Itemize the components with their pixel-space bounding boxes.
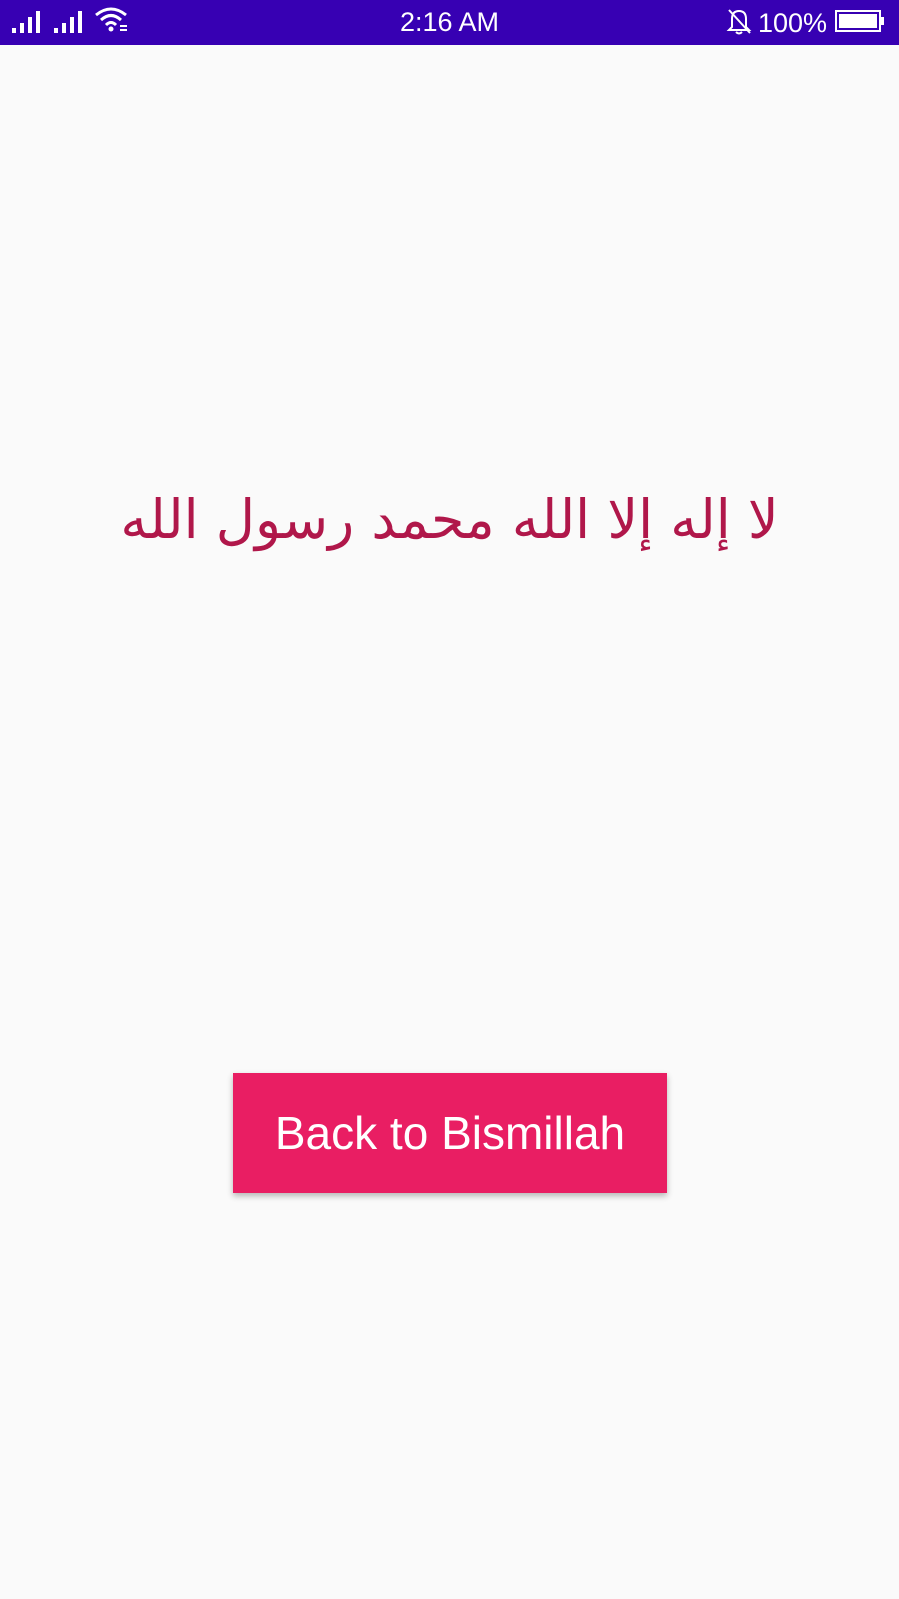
shahada-text: لا إله إلا الله محمد رسول الله bbox=[120, 488, 779, 551]
status-right-icons: 100% bbox=[726, 7, 885, 39]
status-bar: 2:16 AM 100% bbox=[0, 0, 899, 45]
back-to-bismillah-button[interactable]: Back to Bismillah bbox=[233, 1073, 667, 1193]
app-screen: 2:16 AM 100% لا إله إلا الله محمد رسول ا… bbox=[0, 0, 899, 1599]
battery-percent: 100% bbox=[757, 7, 827, 38]
bell-off-icon bbox=[726, 7, 752, 39]
battery-icon bbox=[835, 9, 885, 37]
